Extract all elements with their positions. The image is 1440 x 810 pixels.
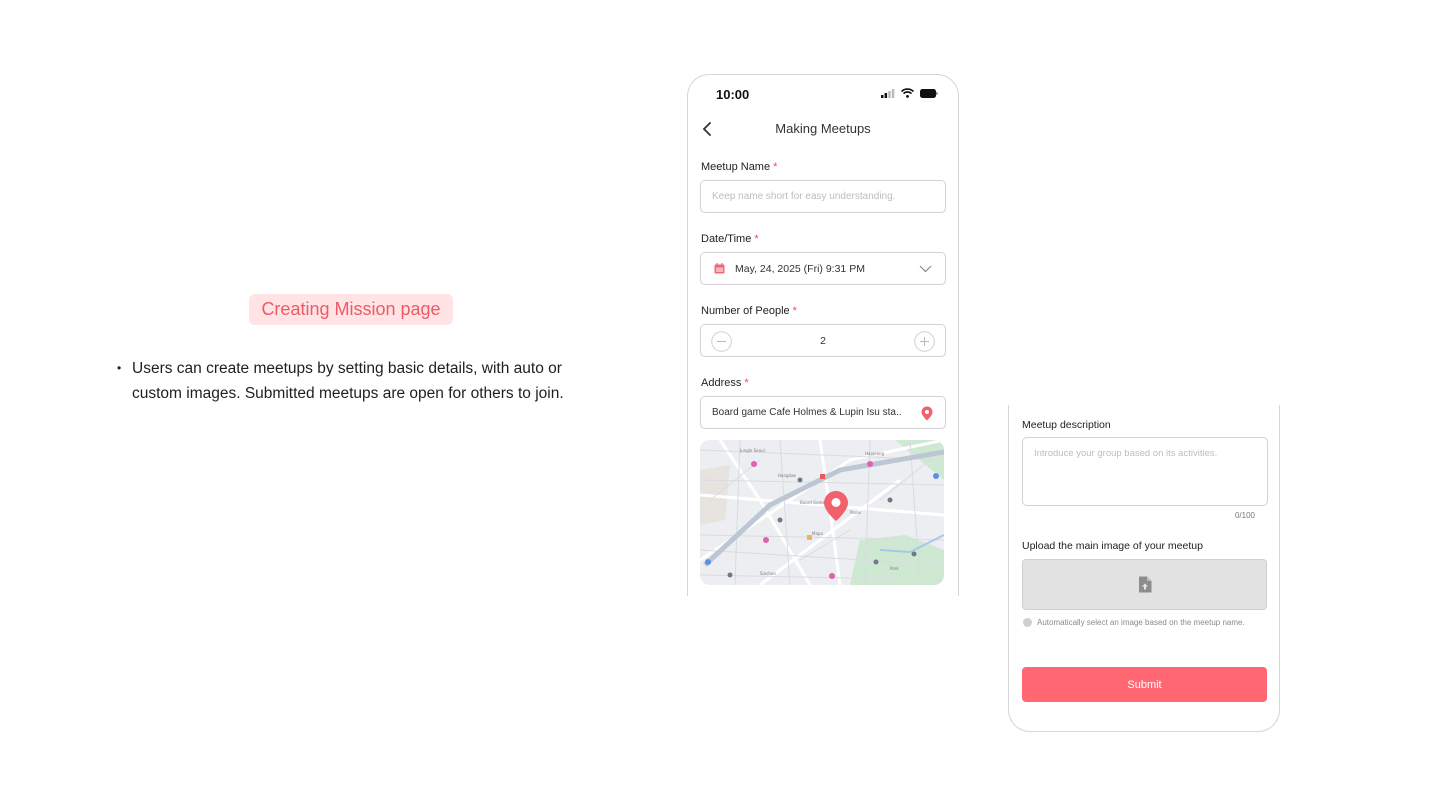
location-pin-icon[interactable] (921, 406, 933, 421)
svg-text:Parlor: Parlor (850, 510, 862, 515)
meetup-name-placeholder: Keep name short for easy understanding. (712, 191, 896, 202)
required-mark: * (744, 377, 749, 389)
people-stepper[interactable]: 2 (700, 324, 946, 357)
people-label: Number of People * (701, 305, 797, 317)
map-marker-icon (824, 491, 848, 521)
description-bullet: • Users can create meetups by setting ba… (116, 356, 576, 406)
meetup-name-label: Meetup Name * (701, 161, 777, 173)
nav-bar: Making Meetups (688, 115, 958, 143)
address-label-text: Address (701, 377, 742, 389)
status-bar: 10:00 (688, 75, 958, 111)
people-count: 2 (820, 335, 826, 347)
upload-label: Upload the main image of your meetup (1022, 540, 1203, 552)
battery-icon (920, 88, 938, 98)
auto-image-radio[interactable] (1023, 618, 1032, 627)
chevron-down-icon (919, 265, 932, 273)
svg-text:Park: Park (890, 566, 899, 571)
address-value: Board game Cafe Holmes & Lupin Isu sta.. (712, 407, 902, 418)
description-textarea[interactable]: Introduce your group based on its activi… (1022, 437, 1268, 506)
description-label: Meetup description (1022, 419, 1111, 431)
wifi-icon (901, 88, 914, 98)
datetime-value: May, 24, 2025 (Fri) 9:31 PM (735, 263, 865, 275)
required-mark: * (773, 161, 778, 173)
file-upload-icon (1139, 576, 1152, 593)
address-input[interactable]: Board game Cafe Holmes & Lupin Isu sta.. (700, 396, 946, 429)
datetime-select[interactable]: May, 24, 2025 (Fri) 9:31 PM (700, 252, 946, 285)
character-counter: 0/100 (1234, 511, 1255, 520)
page-title-badge: Creating Mission page (249, 294, 453, 325)
description-placeholder: Introduce your group based on its activi… (1034, 448, 1218, 459)
required-mark: * (754, 233, 759, 245)
required-mark: * (792, 305, 797, 317)
datetime-label-text: Date/Time (701, 233, 752, 245)
status-icons (881, 88, 938, 98)
svg-text:Sinchon: Sinchon (760, 571, 776, 576)
people-label-text: Number of People (701, 305, 790, 317)
submit-button[interactable]: Submit (1022, 667, 1267, 702)
svg-text:Hapjeong: Hapjeong (865, 451, 885, 456)
auto-image-text: Automatically select an image based on t… (1037, 618, 1245, 627)
phone-screen-top: 10:00 Making Meetups Meetup Name * Keep … (687, 74, 959, 596)
map-streets: Jungle Seoul Hongdae Board Game Mapo Parlor… (700, 440, 944, 585)
calendar-icon (714, 263, 725, 274)
address-label: Address * (701, 377, 749, 389)
map-preview[interactable]: Jungle Seoul Hongdae Board Game Mapo Parlor… (700, 440, 944, 585)
svg-text:Jungle Seoul: Jungle Seoul (739, 448, 765, 453)
svg-text:Board Game: Board Game (800, 500, 825, 505)
svg-text:Hongdae: Hongdae (778, 473, 797, 478)
phone-screen-bottom: Meetup description Introduce your group … (1008, 405, 1280, 732)
auto-image-option[interactable]: Automatically select an image based on t… (1023, 618, 1245, 627)
meetup-name-label-text: Meetup Name (701, 161, 771, 173)
svg-text:Mapo: Mapo (812, 531, 823, 536)
bullet-dot: • (117, 361, 122, 375)
datetime-label: Date/Time * (701, 233, 759, 245)
screen-title: Making Meetups (775, 121, 871, 136)
status-time: 10:00 (716, 87, 750, 102)
bullet-text: Users can create meetups by setting basi… (132, 360, 564, 402)
image-upload-area[interactable] (1022, 559, 1267, 610)
plus-icon[interactable] (914, 331, 935, 352)
signal-icon (881, 88, 895, 98)
meetup-name-input[interactable]: Keep name short for easy understanding. (700, 180, 946, 213)
